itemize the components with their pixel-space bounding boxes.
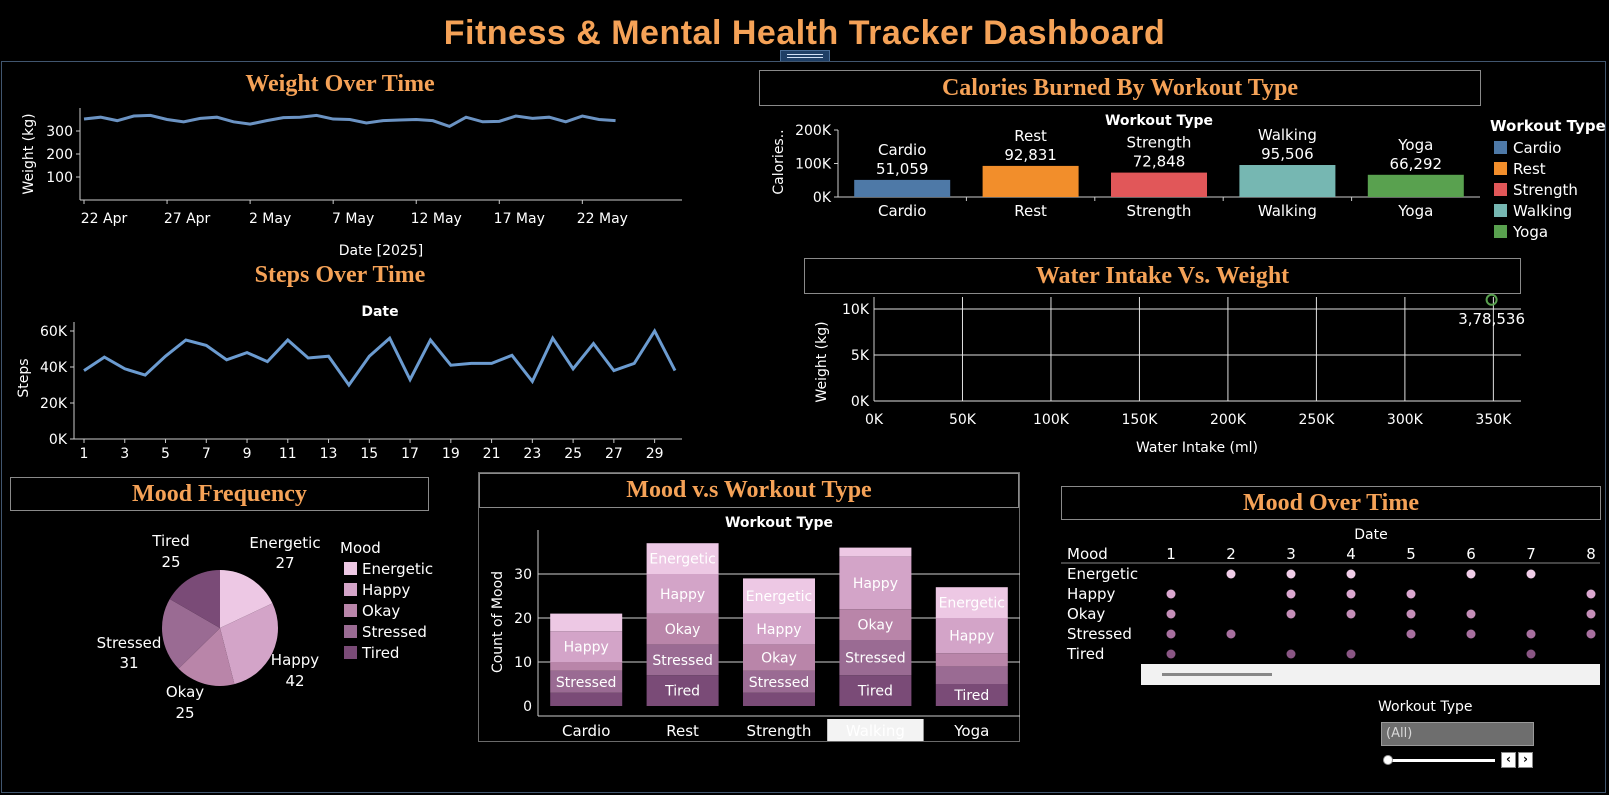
previous-button[interactable]: ‹ (1501, 752, 1516, 768)
mood-workout-panel (478, 472, 1020, 742)
dashboard-title: Fitness & Mental Health Tracker Dashboar… (443, 14, 1166, 52)
weight-chart-title: Weight Over Time (245, 71, 435, 97)
filter-slider-knob[interactable] (1383, 755, 1393, 765)
calories-chart-title: Calories Burned By Workout Type (759, 70, 1481, 106)
mood-workout-title: Mood v.s Workout Type (479, 473, 1019, 508)
workout-type-filter[interactable]: (All) (1381, 722, 1534, 746)
next-button[interactable]: › (1518, 752, 1533, 768)
mood-time-title: Mood Over Time (1061, 486, 1601, 520)
mood-pie-title: Mood Frequency (10, 477, 429, 511)
steps-chart-title: Steps Over Time (254, 262, 426, 288)
scrollbar-thumb[interactable] (1162, 673, 1272, 676)
filter-label: Workout Type (1378, 699, 1473, 715)
filter-slider-track[interactable] (1388, 759, 1495, 762)
water-chart-title: Water Intake Vs. Weight (804, 258, 1521, 294)
